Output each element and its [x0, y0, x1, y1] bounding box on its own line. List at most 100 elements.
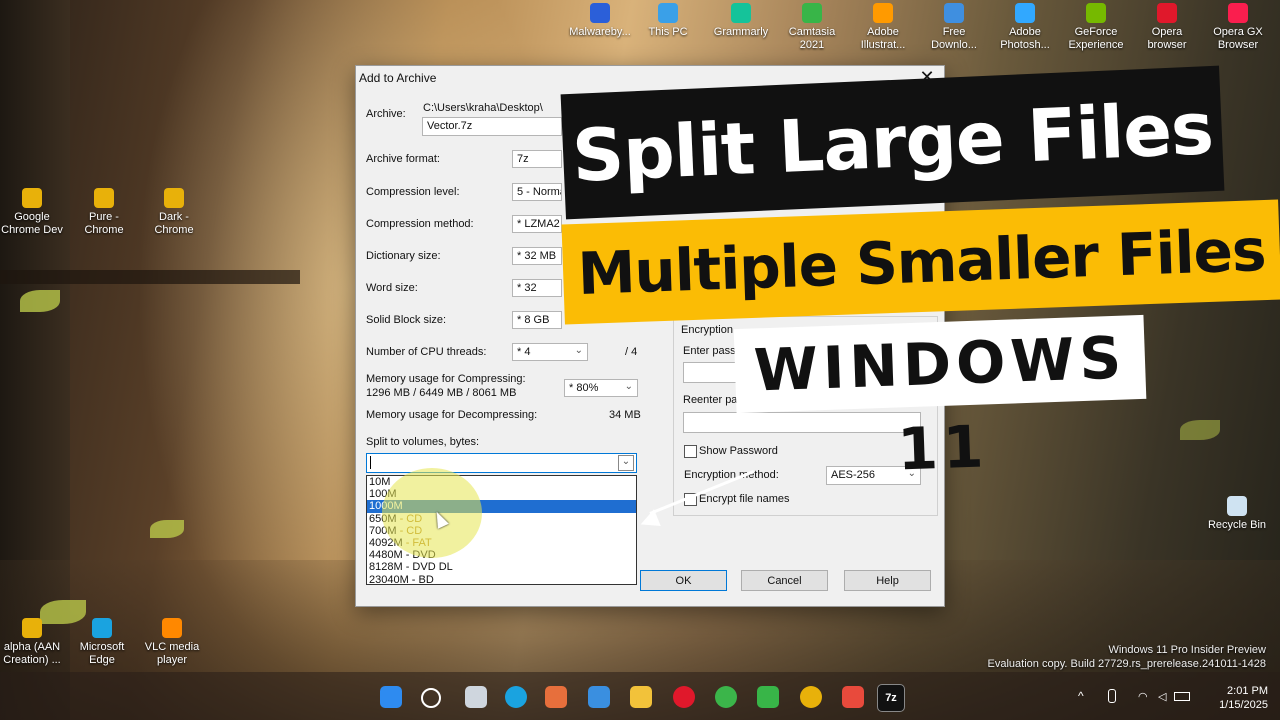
camtasia-rec-icon[interactable] [842, 686, 864, 708]
desktop-icon[interactable]: Adobe Photosh... [990, 3, 1060, 52]
memory-percent-value: * 80% [569, 382, 599, 394]
tray-chevron-up-icon[interactable]: ^ [1078, 689, 1084, 703]
app-icon [1228, 3, 1248, 23]
opera-icon[interactable] [673, 686, 695, 708]
7zip-icon[interactable]: 7z [877, 684, 905, 712]
ok-button[interactable]: OK [640, 570, 727, 591]
volume-icon[interactable]: ◁ [1158, 690, 1166, 703]
dialog-title: Add to Archive [359, 71, 437, 85]
desktop-icon-label: VLC media player [144, 641, 200, 666]
desktop-icon[interactable]: VLC media player [137, 618, 207, 667]
solid-block-size-label: Solid Block size: [366, 314, 447, 326]
app-icon [92, 618, 112, 638]
desktop-icon-label: Opera GX Browser [1213, 26, 1263, 51]
app-icon [22, 618, 42, 638]
archive-path: C:\Users\kraha\Desktop\ [423, 102, 543, 114]
word-size-select[interactable]: * 32 [512, 279, 562, 297]
encryption-label: Encryption [681, 324, 733, 336]
dictionary-size-select[interactable]: * 32 MB [512, 247, 562, 265]
desktop-icon[interactable]: Opera GX Browser [1203, 3, 1273, 52]
app-icon [658, 3, 678, 23]
compression-level-value: 5 - Normal [517, 186, 561, 198]
wallpaper-leaf [20, 290, 60, 312]
chevron-down-icon: ⌄ [574, 345, 583, 356]
clock[interactable]: 2:01 PM 1/15/2025 [1219, 684, 1268, 712]
compression-method-select[interactable]: * LZMA2 [512, 215, 562, 233]
store-icon[interactable] [588, 686, 610, 708]
desktop-icon[interactable]: Pure - Chrome [69, 188, 139, 237]
split-volumes-input[interactable]: ⌄ [366, 453, 637, 473]
app-icon [873, 3, 893, 23]
task-view-icon[interactable] [465, 686, 487, 708]
desktop-icon[interactable]: Adobe Illustrat... [848, 3, 918, 52]
cpu-threads-select[interactable]: * 4 ⌄ [512, 343, 588, 361]
chrome-icon[interactable] [715, 686, 737, 708]
split-option-size: 8128M - DVD DL [369, 561, 453, 574]
archive-label: Archive: [366, 108, 406, 120]
app-icon [164, 188, 184, 208]
app-icon [590, 3, 610, 23]
desktop-icon[interactable]: Free Downlo... [919, 3, 989, 52]
desktop-icon-label: Dark - Chrome [154, 211, 194, 236]
help-button[interactable]: Help [844, 570, 931, 591]
battery-icon[interactable] [1174, 692, 1190, 701]
desktop-icon[interactable]: Microsoft Edge [67, 618, 137, 667]
compression-method-label: Compression method: [366, 218, 474, 230]
clock-date: 1/15/2025 [1219, 699, 1268, 711]
search-icon[interactable] [421, 688, 441, 708]
microphone-icon[interactable] [1108, 689, 1116, 703]
cancel-button[interactable]: Cancel [741, 570, 828, 591]
windows-banner: WINDOWS 11 [733, 314, 1147, 484]
desktop-icon[interactable]: alpha (AAN Creation) ... [0, 618, 67, 667]
split-option[interactable]: 8128M - DVD DL [367, 561, 636, 573]
file-explorer-icon[interactable] [630, 686, 652, 708]
word-size-value: * 32 [517, 282, 537, 294]
cpu-threads-value: * 4 [517, 346, 531, 358]
cpu-threads-label: Number of CPU threads: [366, 346, 487, 358]
desktop-icon[interactable]: Dark - Chrome [139, 188, 209, 237]
watermark-line-2: Evaluation copy. Build 27729.rs_prerelea… [987, 658, 1266, 670]
compression-level-select[interactable]: 5 - Normal [512, 183, 562, 201]
wifi-icon[interactable]: ◠ [1138, 690, 1148, 703]
desktop-icon[interactable]: This PC [633, 3, 703, 39]
desktop-icon[interactable]: Recycle Bin [1202, 496, 1272, 532]
memory-decompress-value: 34 MB [609, 409, 641, 421]
desktop-icon-label: Malwareby... [569, 26, 631, 38]
desktop-icon-label: Camtasia 2021 [788, 26, 836, 51]
desktop-icon-label: GeForce Experience [1068, 26, 1124, 51]
desktop-icon[interactable]: Camtasia 2021 [777, 3, 847, 52]
edge-icon[interactable] [505, 686, 527, 708]
wallpaper-leaf [150, 520, 184, 538]
archive-name-input[interactable]: Vector.7z [422, 117, 562, 136]
wallpaper-window-bar [0, 270, 300, 284]
memory-percent-select[interactable]: * 80% ⌄ [564, 379, 638, 397]
word-size-label: Word size: [366, 282, 418, 294]
app-icon [22, 188, 42, 208]
archive-format-select[interactable]: 7z [512, 150, 562, 168]
show-password-checkbox[interactable] [684, 445, 697, 458]
start-icon[interactable] [380, 686, 402, 708]
chevron-down-icon[interactable]: ⌄ [618, 455, 634, 471]
windows-watermark: Windows 11 Pro Insider Preview Evaluatio… [988, 643, 1266, 671]
compression-level-label: Compression level: [366, 186, 460, 198]
desktop-icon[interactable]: Google Chrome Dev [0, 188, 67, 237]
split-option[interactable]: 23040M - BD [367, 574, 636, 586]
camtasia-icon[interactable] [757, 686, 779, 708]
desktop-icon[interactable]: GeForce Experience [1061, 3, 1131, 52]
solid-block-size-select[interactable]: * 8 GB [512, 311, 562, 329]
desktop-icon[interactable]: Opera browser [1132, 3, 1202, 52]
chrome-dev-icon[interactable] [800, 686, 822, 708]
desktop-icon-label: Free Downlo... [931, 26, 977, 51]
desktop-icon-label: alpha (AAN Creation) ... [3, 641, 61, 666]
dictionary-size-value: * 32 MB [517, 250, 557, 262]
desktop-icon[interactable]: Grammarly [706, 3, 776, 39]
archive-format-label: Archive format: [366, 153, 440, 165]
reenter-password-input[interactable] [683, 412, 921, 433]
memory-compress-label: Memory usage for Compressing: [366, 373, 526, 385]
desktop-icon[interactable]: Malwareby... [565, 3, 635, 39]
desktop-icon-label: Opera browser [1147, 26, 1187, 51]
desktop-icon-label: Recycle Bin [1207, 519, 1267, 531]
cpu-threads-max: / 4 [625, 346, 638, 358]
desktop-icon-label: Microsoft Edge [79, 641, 125, 666]
snipping-tool-icon[interactable] [545, 686, 567, 708]
